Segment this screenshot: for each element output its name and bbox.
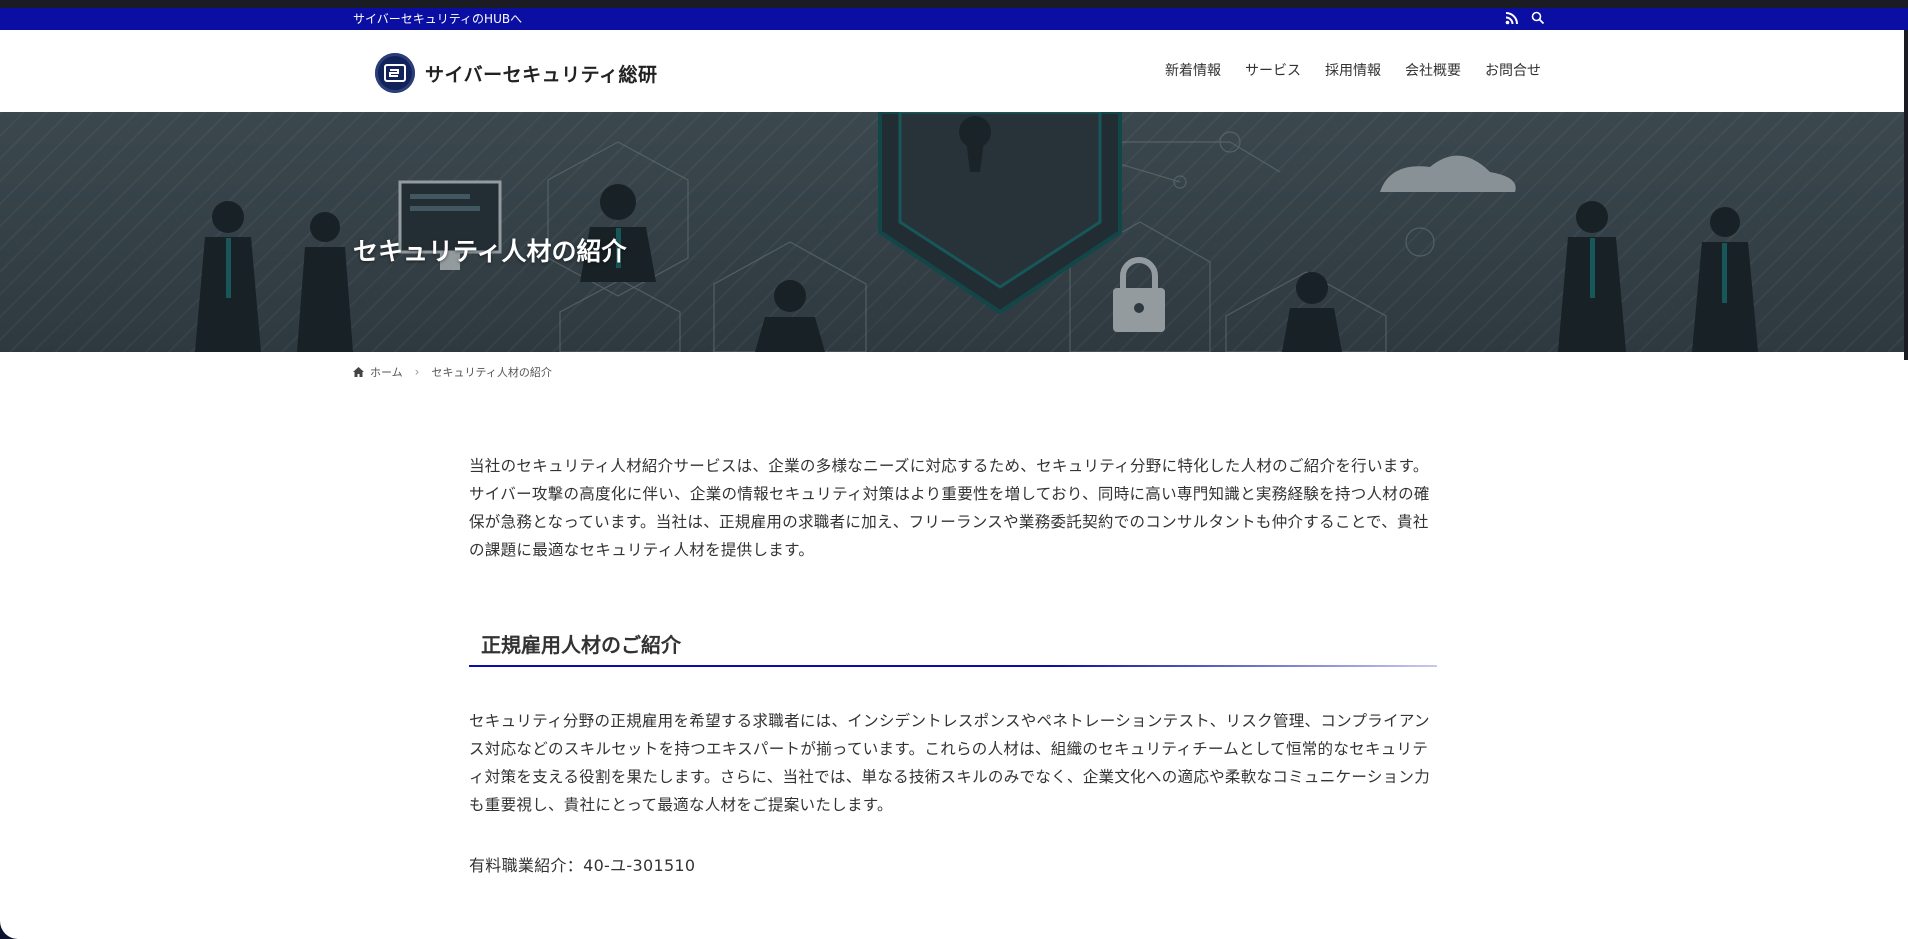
topbar-icons xyxy=(1505,11,1545,25)
window-frame-top xyxy=(0,0,1908,8)
nav-news[interactable]: 新着情報 xyxy=(1165,60,1221,80)
license-number: 有料職業紹介：40-ユ-301510 xyxy=(469,856,696,875)
top-utility-bar: サイバーセキュリティのHUBへ xyxy=(0,8,1908,30)
scrollbar-track[interactable] xyxy=(1904,30,1908,360)
section-heading-underline xyxy=(469,665,1437,667)
hero-illustration xyxy=(0,112,1908,352)
nav-contact[interactable]: お問合せ xyxy=(1485,60,1541,80)
site-logo[interactable]: サイバーセキュリティ総研 xyxy=(375,53,657,93)
nav-company[interactable]: 会社概要 xyxy=(1405,60,1461,80)
breadcrumb: ホーム › セキュリティ人材の紹介 xyxy=(353,364,552,380)
logo-mark-icon xyxy=(375,53,415,93)
section-paragraph: セキュリティ分野の正規雇用を希望する求職者には、インシデントレスポンスやペネトレ… xyxy=(469,712,1431,814)
global-nav: 新着情報 サービス 採用情報 会社概要 お問合せ xyxy=(1165,60,1541,80)
hub-link[interactable]: サイバーセキュリティのHUBへ xyxy=(353,10,522,28)
home-icon xyxy=(353,367,364,377)
intro-paragraph: 当社のセキュリティ人材紹介サービスは、企業の多様なニーズに対応するため、セキュリ… xyxy=(469,457,1430,559)
rss-icon[interactable] xyxy=(1505,11,1519,25)
section-heading: 正規雇用人材のご紹介 xyxy=(481,633,681,657)
page-hero: セキュリティ人材の紹介 xyxy=(0,112,1908,352)
chevron-right-icon: › xyxy=(414,365,420,379)
browser-viewport: サイバーセキュリティのHUBへ サイバーセキュリティ総研 新着情報 サービス 採… xyxy=(0,0,1908,939)
nav-services[interactable]: サービス xyxy=(1245,60,1301,80)
site-header: サイバーセキュリティ総研 新着情報 サービス 採用情報 会社概要 お問合せ xyxy=(0,30,1908,113)
page-title: セキュリティ人材の紹介 xyxy=(353,236,627,266)
main-content: 当社のセキュリティ人材紹介サービスは、企業の多様なニーズに対応するため、セキュリ… xyxy=(469,452,1437,875)
site-name: サイバーセキュリティ総研 xyxy=(425,63,658,86)
nav-recruit[interactable]: 採用情報 xyxy=(1325,60,1381,80)
search-icon[interactable] xyxy=(1531,11,1545,25)
breadcrumb-home[interactable]: ホーム xyxy=(370,364,403,380)
breadcrumb-current: セキュリティ人材の紹介 xyxy=(431,366,552,379)
